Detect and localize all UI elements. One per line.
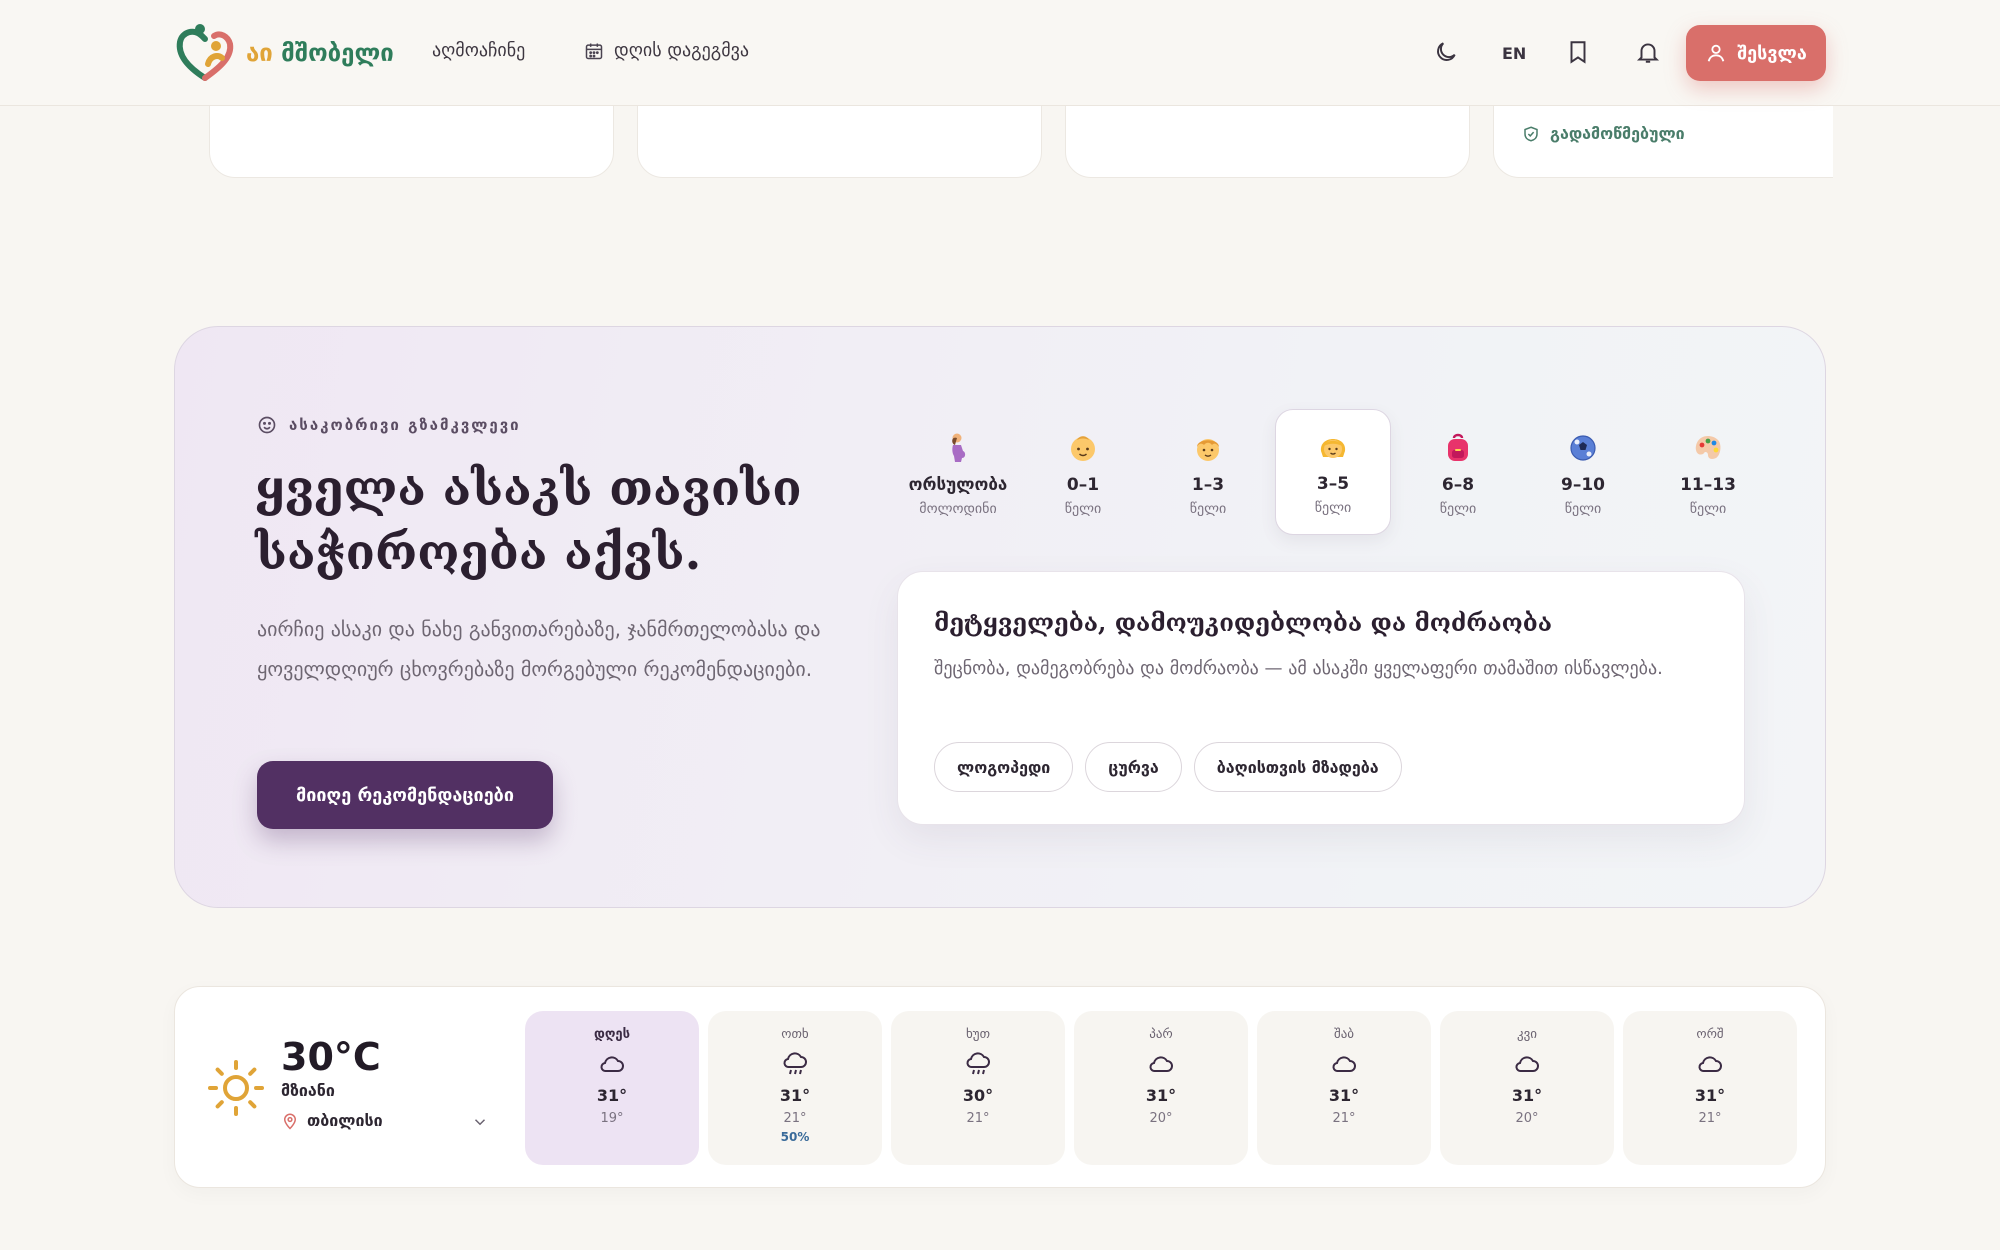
nav-day-planning[interactable]: დღის დაგეგმვა xyxy=(584,40,749,61)
age-tab-0-1[interactable]: 0–1 წელი xyxy=(1025,409,1141,535)
rain-probability: 50% xyxy=(780,1130,810,1144)
bell-icon xyxy=(1636,43,1660,63)
age-tabs: ორსულობა მოლოდინი 0–1 წელი 1–3 წელი 3–5 … xyxy=(900,409,1780,539)
forecast-day[interactable]: კვი 31° 20° xyxy=(1440,1011,1614,1165)
current-temperature: 30°C xyxy=(281,1035,381,1079)
age-tab-1-3[interactable]: 1–3 წელი xyxy=(1150,409,1266,535)
calendar-icon xyxy=(585,43,603,59)
chip-speech-therapist[interactable]: ლოგოპედი xyxy=(934,742,1074,792)
topic-chips: ლოგოპედი ცურვა ბაღისთვის მზადება xyxy=(934,742,1402,792)
age-tab-11-13[interactable]: 11–13 წელი xyxy=(1650,409,1766,535)
age-tab-pregnancy[interactable]: ორსულობა მოლოდინი xyxy=(900,409,1016,535)
dark-mode-toggle[interactable] xyxy=(1432,38,1460,66)
backpack-icon xyxy=(1448,433,1468,461)
weather-widget: 30°C მზიანი თბილისი დღეს 31° 19° ოთხ 31°… xyxy=(174,986,1826,1188)
sun-icon xyxy=(208,1060,264,1116)
cloud-icon xyxy=(1698,1056,1722,1072)
logo-text: აი მშობელი xyxy=(246,39,394,67)
bookmark-icon xyxy=(1570,41,1586,64)
bookmarks-button[interactable] xyxy=(1564,38,1592,66)
soccer-ball-icon xyxy=(1570,435,1596,461)
girl-face-icon xyxy=(1320,439,1346,458)
forecast-day[interactable]: ოთხ 31° 21° 50% xyxy=(708,1011,882,1165)
map-pin-icon xyxy=(283,1113,297,1130)
language-switch[interactable]: EN xyxy=(1502,44,1526,63)
rain-cloud-icon xyxy=(966,1052,990,1075)
age-card-title: მეტყველება, დამოუკიდებლობა და მოძრაობა xyxy=(934,608,1552,637)
cloud-icon xyxy=(1332,1056,1356,1072)
current-condition: მზიანი xyxy=(281,1081,335,1100)
chevron-down-icon[interactable] xyxy=(471,1113,489,1131)
get-recommendations-button[interactable]: მიიღე რეკომენდაციები xyxy=(257,761,553,829)
logo[interactable]: აი მშობელი xyxy=(172,20,394,86)
section-eyebrow: ასაკობრივი გზამკვლევი xyxy=(257,415,521,435)
forecast-day[interactable]: პარ 31° 20° xyxy=(1074,1011,1248,1165)
cloud-icon xyxy=(1149,1056,1173,1072)
age-details-card: მეტყველება, დამოუკიდებლობა და მოძრაობა შ… xyxy=(897,571,1745,825)
nav-discover[interactable]: აღმოაჩინე xyxy=(432,40,525,61)
city-selector[interactable]: თბილისი xyxy=(281,1111,383,1130)
forecast-day[interactable]: შაბ 31° 21° xyxy=(1257,1011,1431,1165)
baby-face-icon xyxy=(1071,436,1095,461)
age-card-description: შეცნობა, დამეგობრება და მოძრაობა — ამ ას… xyxy=(934,658,1663,679)
age-tab-3-5[interactable]: 3–5 წელი xyxy=(1275,409,1391,535)
cloud-icon xyxy=(1515,1056,1539,1072)
pregnant-person-icon xyxy=(952,433,966,462)
user-icon xyxy=(1707,44,1725,62)
shield-check-icon xyxy=(1524,125,1538,142)
moon-icon xyxy=(1437,42,1456,61)
chip-kindergarten-prep[interactable]: ბაღისთვის მზადება xyxy=(1193,742,1402,792)
palette-icon xyxy=(1695,436,1721,459)
site-header: აი მშობელი აღმოაჩინე დღის დაგეგმვა EN შე… xyxy=(0,0,2000,106)
age-guide-section: ასაკობრივი გზამკვლევი ყველა ასაკს თავისი… xyxy=(174,326,1826,908)
age-tab-9-10[interactable]: 9–10 წელი xyxy=(1525,409,1641,535)
section-title: ყველა ასაკს თავისი საჭიროება აქვს. xyxy=(255,461,802,581)
forecast-day[interactable]: ხუთ 30° 21° xyxy=(891,1011,1065,1165)
chip-swimming[interactable]: ცურვა xyxy=(1085,742,1182,792)
login-button[interactable]: შესვლა xyxy=(1686,25,1826,81)
section-subtitle: აირჩიე ასაკი და ნახე განვითარებაზე, ჯანმ… xyxy=(257,617,821,681)
smile-icon xyxy=(258,416,276,434)
notifications-button[interactable] xyxy=(1634,38,1662,66)
heart-family-logo-icon xyxy=(176,24,234,81)
verified-badge: გადამოწმებული xyxy=(1522,124,1685,143)
age-tab-6-8[interactable]: 6–8 წელი xyxy=(1400,409,1516,535)
cloud-icon xyxy=(600,1056,624,1072)
child-face-icon xyxy=(1197,439,1219,461)
forecast-day[interactable]: ორშ 31° 21° xyxy=(1623,1011,1797,1165)
rain-cloud-icon xyxy=(783,1052,807,1075)
forecast-day[interactable]: დღეს 31° 19° xyxy=(525,1011,699,1165)
